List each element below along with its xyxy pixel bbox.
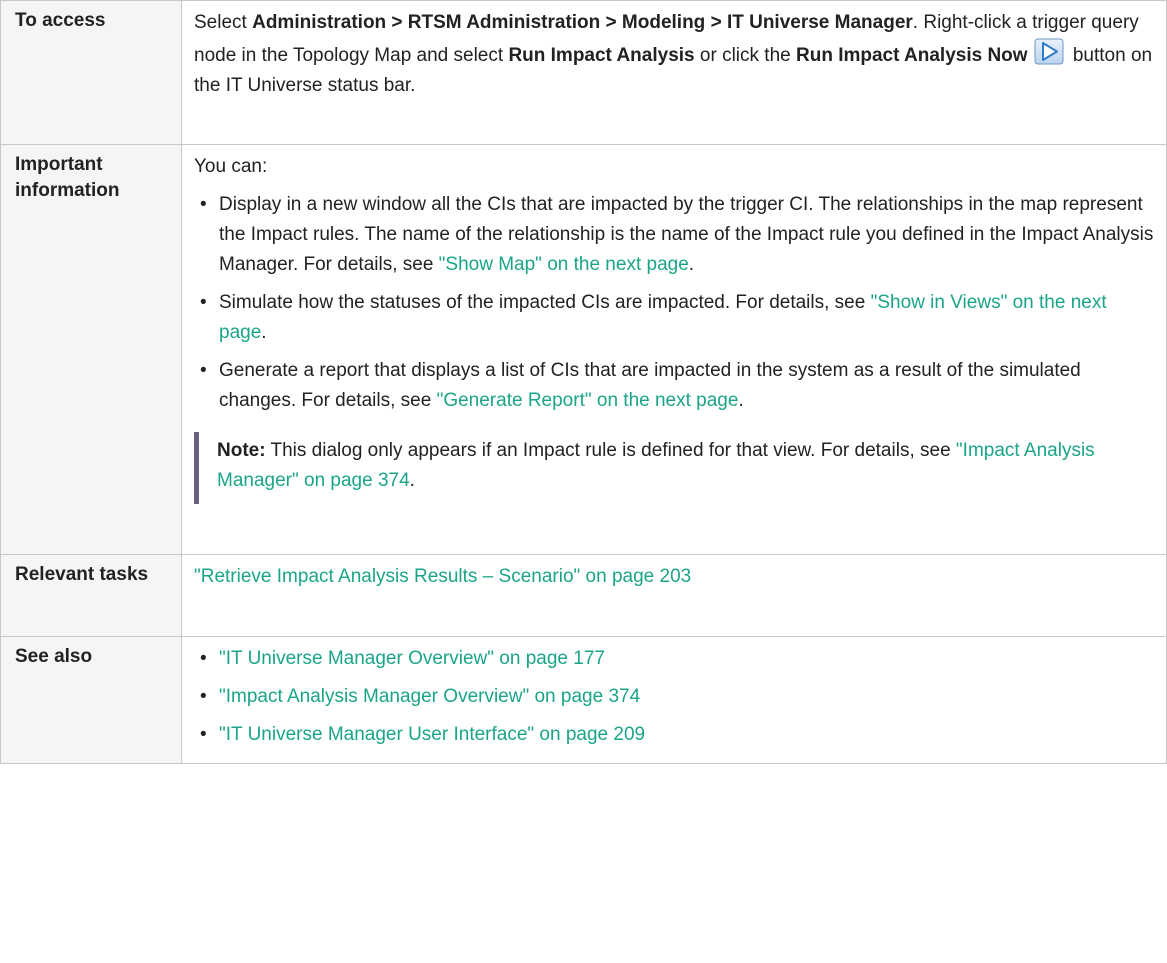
access-path: Administration > RTSM Administration > M… [252,12,913,33]
or-click-text: or click the [694,45,796,66]
note-text: This dialog only appears if an Impact ru… [265,440,956,461]
intro-text: You can: [194,156,268,177]
row-content-to-access: Select Administration > RTSM Administrat… [181,0,1167,145]
it-universe-ui-link[interactable]: "IT Universe Manager User Interface" on … [219,724,645,745]
bullet-icon: • [200,292,207,313]
list-item: • Display in a new window all the CIs tha… [194,190,1154,280]
row-label-relevant-tasks: Relevant tasks [0,554,182,637]
list-item: • "IT Universe Manager Overview" on page … [194,644,1154,674]
row-content-see-also: • "IT Universe Manager Overview" on page … [181,636,1167,764]
bullet-icon: • [200,360,207,381]
list-item: • Generate a report that displays a list … [194,356,1154,416]
generate-report-link[interactable]: "Generate Report" on the next page [437,390,739,411]
run-impact-analysis-now-label: Run Impact Analysis Now [796,45,1028,66]
bullet-icon: • [200,686,207,707]
bullet-icon: • [200,648,207,669]
row-content-important-information: You can: • Display in a new window all th… [181,144,1167,555]
row-content-relevant-tasks: "Retrieve Impact Analysis Results – Scen… [181,554,1167,637]
row-important-information: Important information You can: • Display … [0,144,1167,555]
row-label-see-also: See also [0,636,182,764]
retrieve-impact-analysis-link[interactable]: "Retrieve Impact Analysis Results – Scen… [194,566,691,587]
note-label: Note: [217,440,266,461]
note-box: Note: This dialog only appears if an Imp… [194,432,1154,504]
row-label-to-access: To access [0,0,182,145]
bullet-icon: • [200,724,207,745]
info-table: To access Select Administration > RTSM A… [0,0,1167,764]
row-see-also: See also • "IT Universe Manager Overview"… [0,636,1167,764]
list-item: • Simulate how the statuses of the impact… [194,288,1154,348]
bullet-icon: • [200,194,207,215]
it-universe-overview-link[interactable]: "IT Universe Manager Overview" on page 1… [219,648,605,669]
see-also-list: • "IT Universe Manager Overview" on page … [194,644,1154,750]
row-to-access: To access Select Administration > RTSM A… [0,0,1167,145]
list-item: • "Impact Analysis Manager Overview" on p… [194,682,1154,712]
play-arrow-icon [1034,38,1064,65]
run-impact-analysis-label: Run Impact Analysis [508,45,695,66]
show-map-link[interactable]: "Show Map" on the next page [439,254,689,275]
access-select-text: Select [194,12,253,33]
list-item: • "IT Universe Manager User Interface" on… [194,720,1154,750]
impact-analysis-overview-link[interactable]: "Impact Analysis Manager Overview" on pa… [219,686,640,707]
row-label-important-information: Important information [0,144,182,555]
row-relevant-tasks: Relevant tasks "Retrieve Impact Analysis… [0,554,1167,637]
capabilities-list: • Display in a new window all the CIs tha… [194,190,1154,416]
